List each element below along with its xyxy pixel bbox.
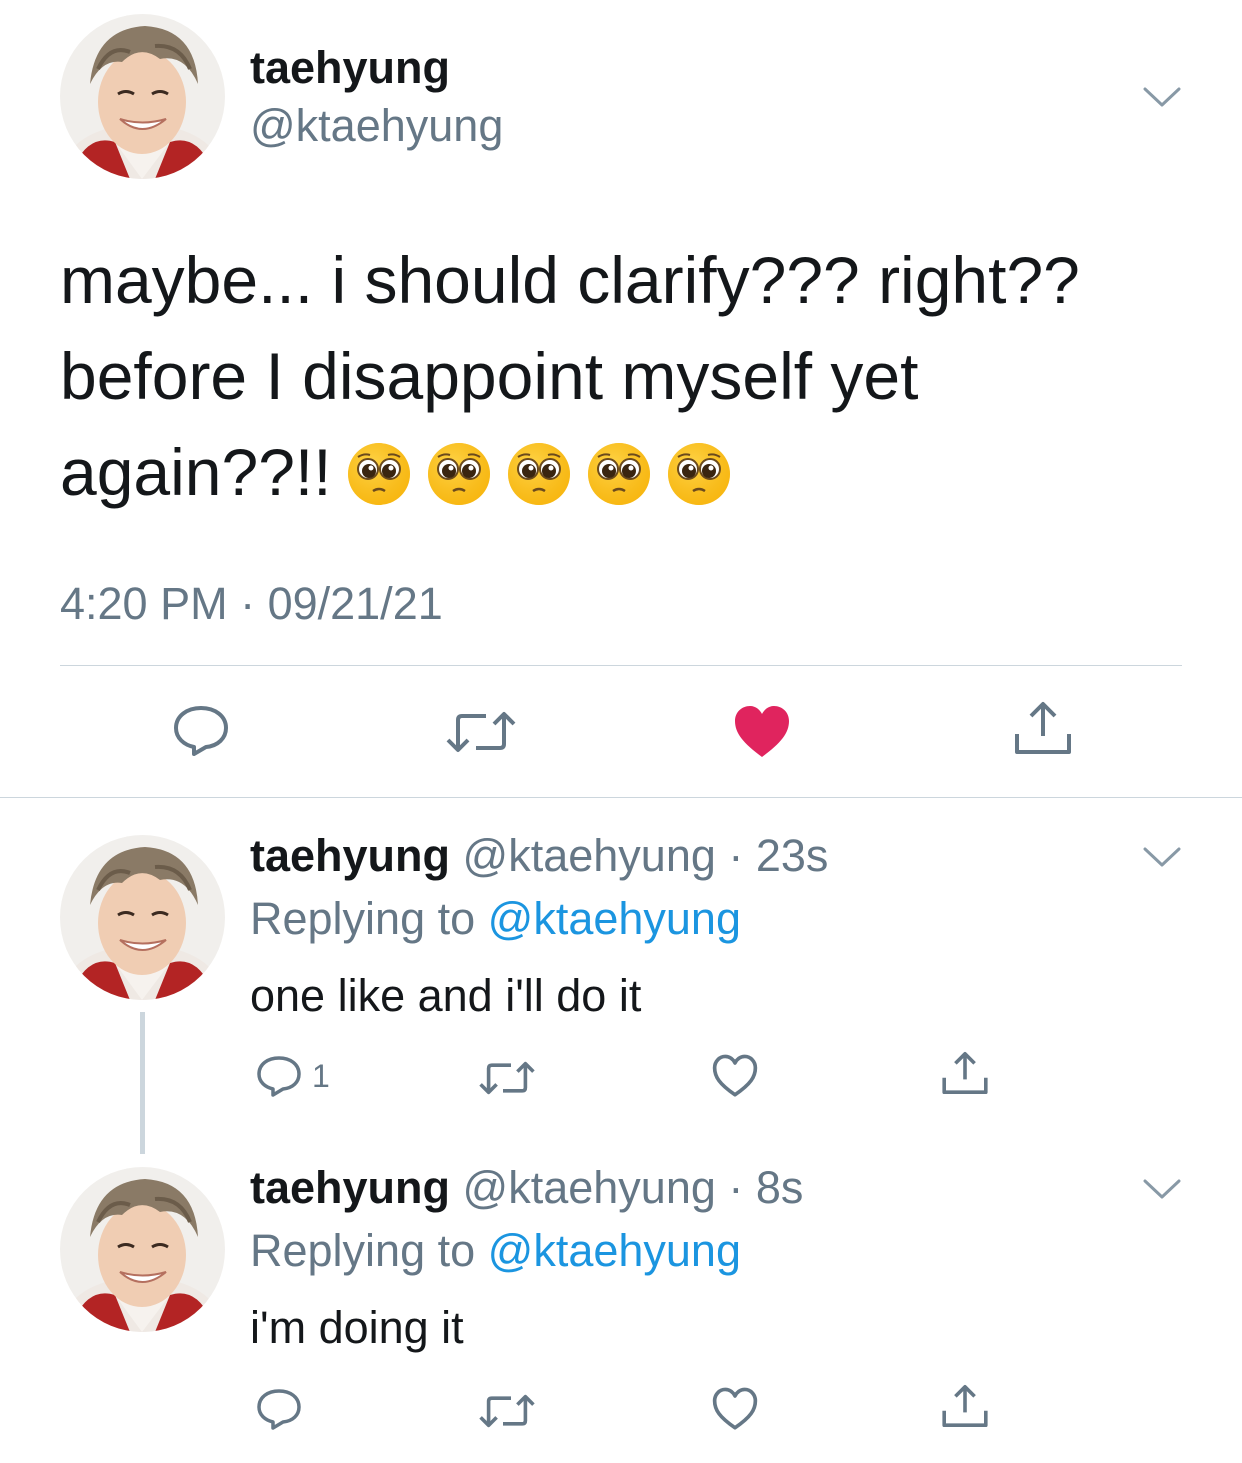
chevron-down-icon[interactable] xyxy=(1142,845,1182,869)
retweet-icon xyxy=(479,1061,535,1095)
display-name[interactable]: taehyung xyxy=(250,830,450,881)
reply-button[interactable] xyxy=(256,1388,302,1430)
share-icon xyxy=(942,1385,988,1427)
share-icon xyxy=(1015,702,1071,754)
reply-icon xyxy=(174,706,228,756)
replying-prefix: Replying to xyxy=(250,893,488,944)
pleading-face-emoji xyxy=(426,441,492,507)
avatar[interactable] xyxy=(60,835,225,1000)
retweet-button[interactable] xyxy=(446,710,516,754)
retweet-button[interactable] xyxy=(479,1060,535,1096)
avatar[interactable] xyxy=(60,1167,225,1332)
display-name[interactable]: taehyung xyxy=(250,42,450,94)
reply-text: i'm doing it xyxy=(250,1302,464,1353)
share-button[interactable] xyxy=(941,1050,989,1096)
pleading-face-emoji xyxy=(666,441,732,507)
mention-link[interactable]: @ktaehyung xyxy=(488,893,741,944)
divider xyxy=(0,797,1242,798)
display-name[interactable]: taehyung xyxy=(250,1162,450,1213)
reply-button[interactable] xyxy=(172,704,230,756)
retweet-button[interactable] xyxy=(479,1393,535,1429)
reply-icon xyxy=(257,1389,301,1430)
tweet-timestamp[interactable]: 4:20 PM · 09/21/21 xyxy=(60,578,443,630)
thread-line xyxy=(140,1012,145,1154)
reply-header: taehyung @ktaehyung · 23s xyxy=(250,830,828,882)
replying-to: Replying to @ktaehyung xyxy=(250,1225,741,1277)
handle-time[interactable]: @ktaehyung · 23s xyxy=(463,830,829,881)
reply-text: one like and i'll do it xyxy=(250,970,642,1021)
replying-to: Replying to @ktaehyung xyxy=(250,893,741,945)
reply-header: taehyung @ktaehyung · 8s xyxy=(250,1162,803,1214)
share-button[interactable] xyxy=(1013,700,1073,756)
heart-icon xyxy=(712,1054,758,1097)
emoji-row xyxy=(332,435,732,509)
like-button[interactable] xyxy=(733,705,791,759)
replying-prefix: Replying to xyxy=(250,1225,488,1276)
handle-time[interactable]: @ktaehyung · 8s xyxy=(463,1162,804,1213)
chevron-down-icon[interactable] xyxy=(1142,85,1182,109)
reply-count: 1 xyxy=(312,1057,330,1094)
heart-icon xyxy=(735,706,789,757)
reply-button[interactable]: 1 xyxy=(256,1055,330,1097)
share-button[interactable] xyxy=(941,1383,989,1429)
pleading-face-emoji xyxy=(506,441,572,507)
tweet-text: maybe... i should clarify??? right?? bef… xyxy=(60,232,1190,520)
divider xyxy=(60,665,1182,666)
like-button[interactable] xyxy=(711,1387,759,1431)
retweet-icon xyxy=(446,712,516,752)
user-handle[interactable]: @ktaehyung xyxy=(250,100,503,152)
chevron-down-icon[interactable] xyxy=(1142,1177,1182,1201)
retweet-icon xyxy=(479,1394,535,1428)
mention-link[interactable]: @ktaehyung xyxy=(488,1225,741,1276)
pleading-face-emoji xyxy=(586,441,652,507)
reply-icon xyxy=(257,1056,301,1097)
like-button[interactable] xyxy=(711,1054,759,1098)
pleading-face-emoji xyxy=(346,441,412,507)
heart-icon xyxy=(712,1387,758,1430)
avatar[interactable] xyxy=(60,14,225,179)
share-icon xyxy=(942,1052,988,1094)
